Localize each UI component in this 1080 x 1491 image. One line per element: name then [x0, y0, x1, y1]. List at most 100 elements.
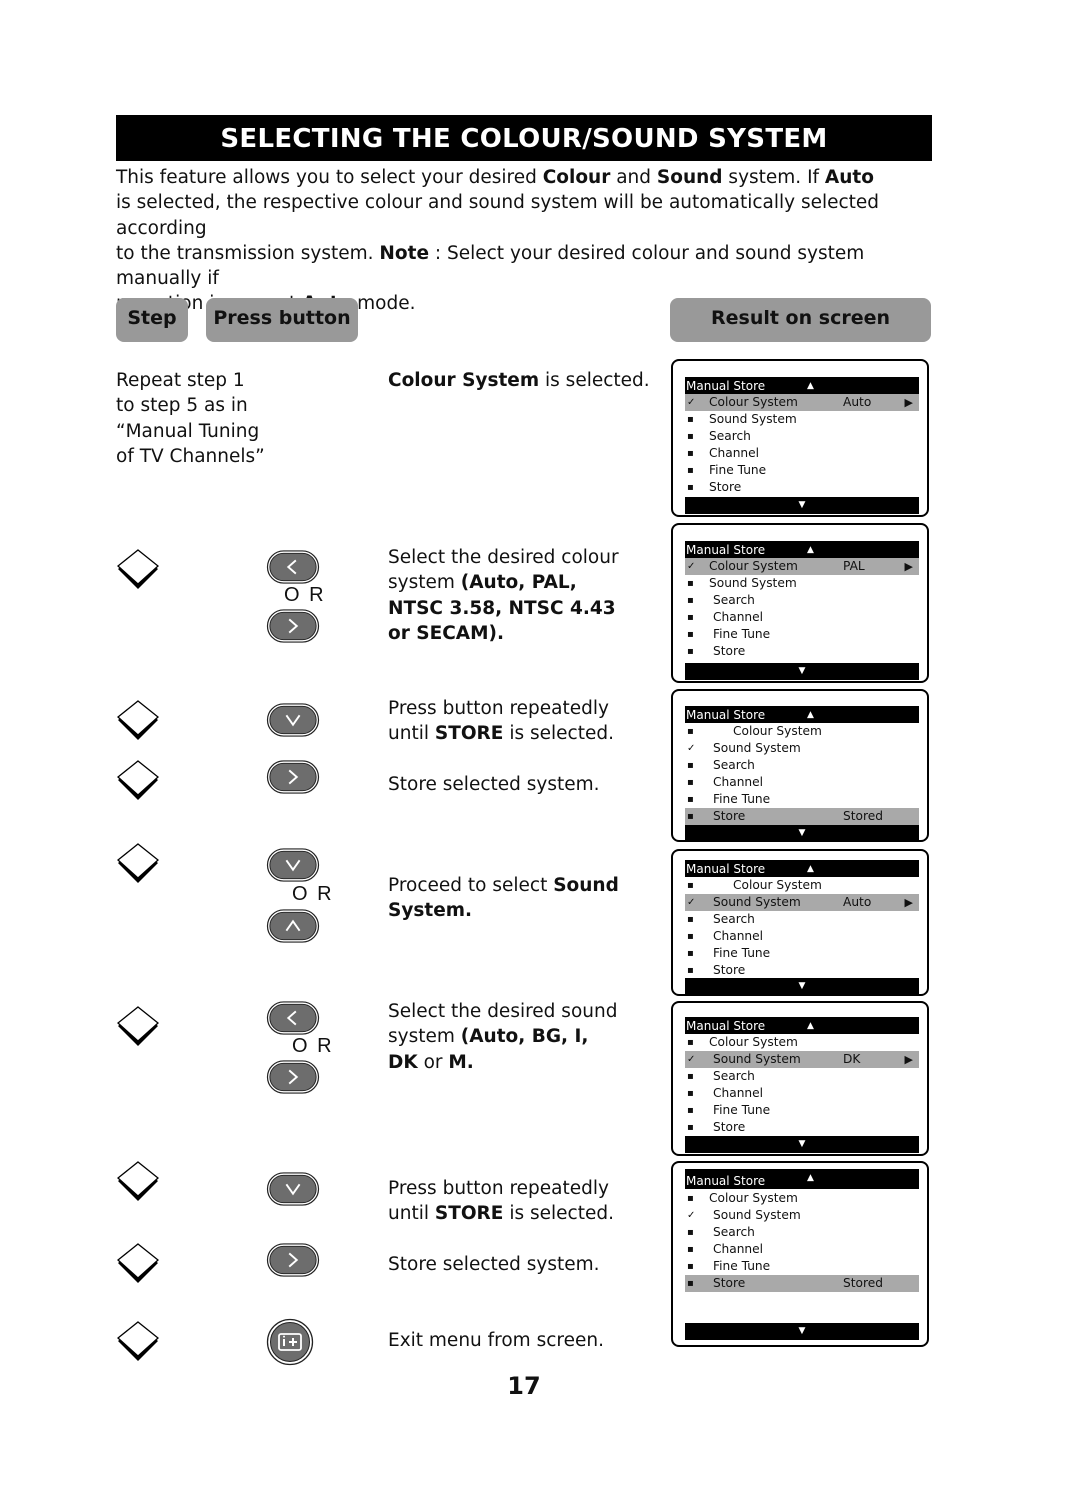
osd-item: Colour System [733, 878, 822, 892]
bullet-icon: ▪ [687, 646, 694, 657]
step-text-line: “Manual Tuning [116, 420, 260, 442]
or-label: O R [284, 584, 326, 606]
intro-bold: Sound [656, 167, 723, 188]
step-text-line: of TV Channels” [116, 445, 265, 467]
desc-bold: System. [388, 900, 473, 922]
osd-row: ▪ Channel [685, 774, 919, 791]
osd-screen-4: Manual Store ▲ ▪ Colour System ✓ Sound Syst… [671, 849, 929, 996]
step-9-description: Exit menu from screen. [388, 1330, 604, 1351]
bullet-icon: ▪ [687, 482, 694, 493]
osd-item: Search [713, 593, 755, 607]
desc-text: until [388, 723, 435, 745]
osd-row: ▪ Store [685, 643, 919, 660]
osd-item: Colour System [709, 1035, 798, 1049]
header-step: Step [116, 298, 188, 342]
osd-item: Store [713, 1276, 746, 1290]
desc-text: Select the desired sound [388, 1001, 618, 1022]
osd-row: ▪ Store [685, 962, 919, 979]
osd-item: Fine Tune [713, 1103, 771, 1117]
right-button-icon[interactable] [266, 760, 320, 794]
osd-item: Search [713, 912, 755, 926]
osd-row-selected: ✓ Sound System DK ▶ [685, 1051, 919, 1068]
osd-value: Auto [843, 895, 872, 909]
osd-row: ▪ Sound System [685, 411, 919, 428]
osd-row: ▪ Search [685, 911, 919, 928]
osd-row: ▪ Channel [685, 1085, 919, 1102]
osd-item: Sound System [709, 576, 797, 590]
check-icon: ✓ [687, 561, 696, 572]
osd-item: Channel [709, 446, 760, 460]
check-icon: ✓ [687, 1210, 696, 1221]
right-arrow-icon: ▶ [904, 896, 913, 909]
desc-text: Press button repeatedly [388, 698, 609, 719]
osd-row: ▪ Search [685, 428, 919, 445]
or-label: O R [292, 1035, 334, 1057]
osd-row-selected: ▪ Store Stored [685, 808, 919, 825]
step-1-text: Repeat step 1 to step 5 as in “Manual Tu… [116, 368, 265, 469]
osd-item: Store [713, 644, 746, 658]
step-4-description: Store selected system. [388, 774, 600, 795]
left-button-icon[interactable] [266, 550, 320, 584]
osd-header: Manual Store ▲ [685, 377, 919, 394]
step-5-description: Proceed to select Sound System. [388, 873, 619, 924]
intro-bold: Colour [542, 167, 611, 188]
intro-bold: Note [379, 242, 429, 264]
bullet-icon: ▪ [687, 777, 694, 788]
osd-screen-2: Manual Store ▲ ✓ Colour System PAL ▶ ▪ Sound … [671, 523, 929, 683]
header-result-on-screen: Result on screen [670, 298, 931, 342]
down-arrow-icon: ▼ [798, 828, 806, 838]
osd-footer: ▼ [685, 978, 919, 995]
bullet-icon: ▪ [687, 760, 694, 771]
osd-row: ▪ Fine Tune [685, 1102, 919, 1119]
osd-value: PAL [843, 559, 865, 573]
bullet-icon: ▪ [687, 431, 694, 442]
osd-header: Manual Store ▲ [685, 1017, 919, 1034]
desc-text: until [388, 1203, 435, 1225]
bullet-icon: ▪ [687, 726, 694, 737]
intro-paragraph: This feature allows you to select your d… [116, 165, 936, 317]
info-menu-button-icon[interactable] [266, 1318, 314, 1366]
osd-row: ▪ Fine Tune [685, 626, 919, 643]
osd-value: Stored [843, 809, 883, 823]
osd-row: ▪ Fine Tune [685, 791, 919, 808]
check-icon: ✓ [687, 397, 696, 408]
step-1-description: Colour System is selected. [388, 368, 650, 393]
bullet-icon: ▪ [687, 1261, 694, 1272]
down-arrow-icon: ▼ [798, 666, 806, 676]
bullet-icon: ▪ [687, 965, 694, 976]
osd-screen-1: Manual Store ▲ ✓ Colour System Auto ▶ ▪ Sound… [671, 359, 929, 517]
osd-title: Manual Store [686, 379, 766, 393]
intro-text: system. If [722, 167, 825, 188]
right-button-icon[interactable] [266, 1060, 320, 1094]
osd-header: Manual Store ▲ [685, 706, 919, 723]
step-text-line: Repeat step 1 [116, 370, 245, 391]
desc-text: system [388, 572, 461, 594]
osd-title: Manual Store [686, 1174, 766, 1188]
osd-footer: ▼ [685, 1136, 919, 1153]
osd-item: Sound System [713, 741, 801, 755]
right-arrow-icon: ▶ [904, 1053, 913, 1066]
osd-row: ▪ Channel [685, 928, 919, 945]
page-title: SELECTING THE COLOUR/SOUND SYSTEM [116, 115, 932, 161]
osd-row: ▪ Colour System [685, 1034, 919, 1051]
down-button-icon[interactable] [266, 703, 320, 737]
osd-item: Colour System [709, 1191, 798, 1205]
up-arrow-icon: ▲ [807, 710, 814, 720]
bullet-icon: ▪ [687, 1193, 694, 1204]
step-6-description: Select the desired sound system (Auto, B… [388, 999, 617, 1075]
down-button-icon[interactable] [266, 848, 320, 882]
bullet-icon: ▪ [687, 1122, 694, 1133]
desc-bold: NTSC 3.58, NTSC 4.43 [388, 597, 616, 619]
osd-screen-6: Manual Store ▲ ▪ Colour System ✓ Sound Syst… [671, 1161, 929, 1347]
up-button-icon[interactable] [266, 909, 320, 943]
osd-footer: ▼ [685, 825, 919, 842]
right-button-icon[interactable] [266, 1243, 320, 1277]
desc-bold: DK [388, 1051, 418, 1073]
up-arrow-icon: ▲ [807, 381, 814, 391]
osd-header: Manual Store ▲ [685, 860, 919, 877]
down-button-icon[interactable] [266, 1172, 320, 1206]
right-button-icon[interactable] [266, 609, 320, 643]
left-button-icon[interactable] [266, 1001, 320, 1035]
osd-value: DK [843, 1052, 861, 1066]
or-label: O R [292, 883, 334, 905]
